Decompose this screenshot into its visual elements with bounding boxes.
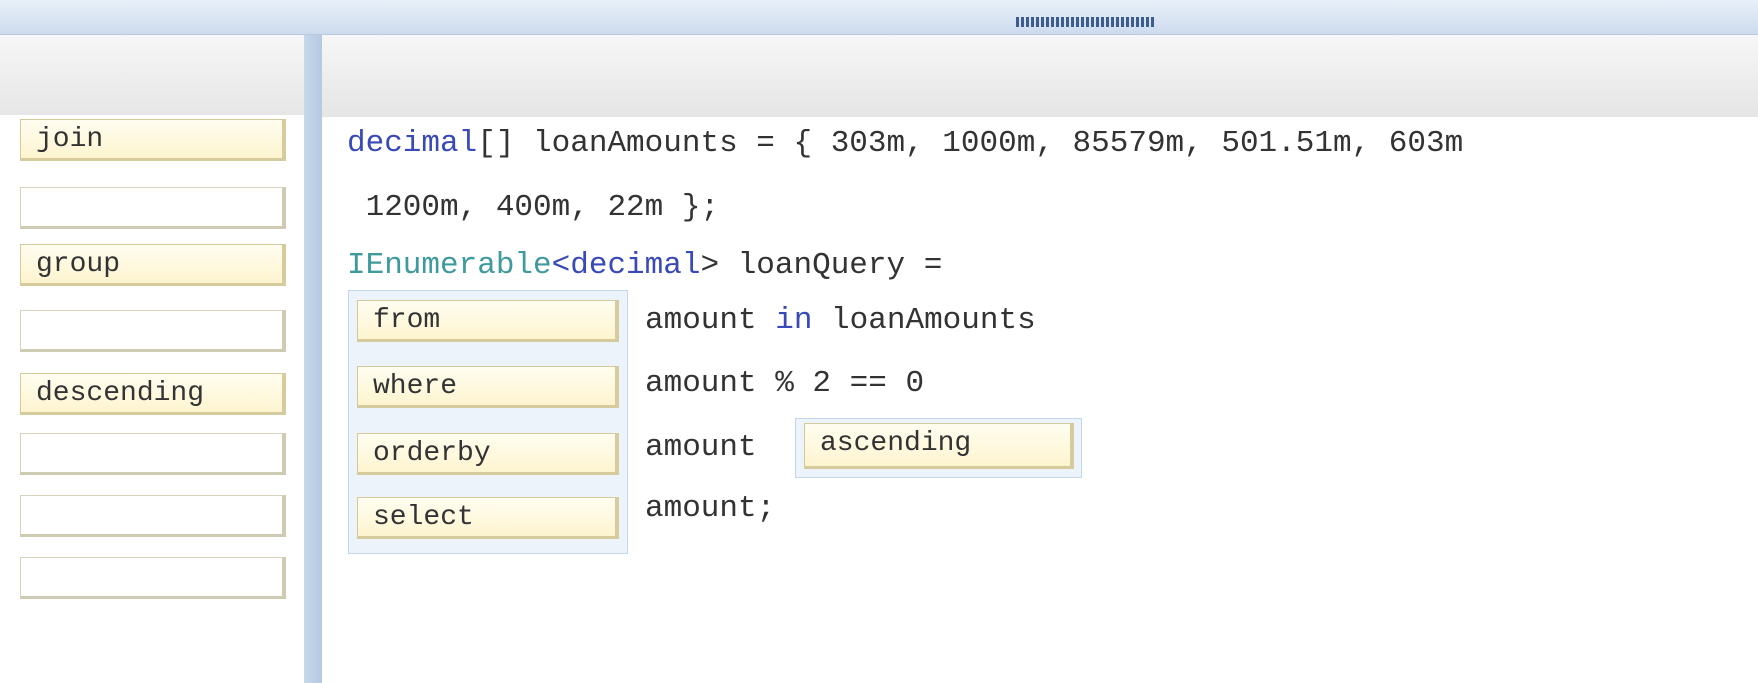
code-line-orderby: amount (645, 430, 757, 465)
drag-grip-icon[interactable] (1016, 17, 1156, 27)
answer-choice-group[interactable]: group (20, 244, 286, 286)
generic-bracket: < (551, 248, 571, 283)
keyword-in: in (775, 303, 813, 338)
code-line-3: IEnumerable<decimal> loanQuery = (347, 248, 942, 284)
code-text: > loanQuery = (700, 248, 943, 283)
drop-target-from[interactable]: from (357, 300, 619, 342)
code-line-1: decimal[] loanAmounts = { 303m, 1000m, 8… (347, 126, 1463, 162)
answer-slot-8 (20, 557, 286, 599)
answer-slot-4 (20, 310, 286, 352)
panel-splitter[interactable] (304, 35, 322, 683)
answer-slot-6 (20, 433, 286, 475)
keyword-decimal: decimal (570, 248, 701, 283)
answer-choice-descending[interactable]: descending (20, 373, 286, 415)
code-panel-header (322, 35, 1758, 117)
answer-choice-join[interactable]: join (20, 119, 286, 161)
code-line-where: amount % 2 == 0 (645, 366, 925, 401)
type-ienumerable: IEnumerable (347, 248, 552, 283)
code-text: [] loanAmounts = { 303m, 1000m, 85579m, … (477, 126, 1464, 161)
answer-panel-header (0, 35, 304, 115)
code-line-from: amount in loanAmounts (645, 303, 1036, 339)
code-line-select: amount; (645, 491, 776, 526)
drop-target-where[interactable]: where (357, 366, 619, 408)
code-line-2: 1200m, 400m, 22m }; (347, 190, 720, 225)
drop-target-ascending[interactable]: ascending (804, 423, 1074, 469)
code-text: amount (645, 303, 776, 338)
code-text: loanAmounts (812, 303, 1036, 338)
drop-target-select[interactable]: select (357, 497, 619, 539)
keyword-decimal: decimal (347, 126, 478, 161)
top-bar (0, 0, 1758, 35)
answer-slot-7 (20, 495, 286, 537)
drop-target-orderby[interactable]: orderby (357, 433, 619, 475)
answer-choices-panel: join group descending (0, 35, 304, 683)
answer-slot-2 (20, 187, 286, 229)
